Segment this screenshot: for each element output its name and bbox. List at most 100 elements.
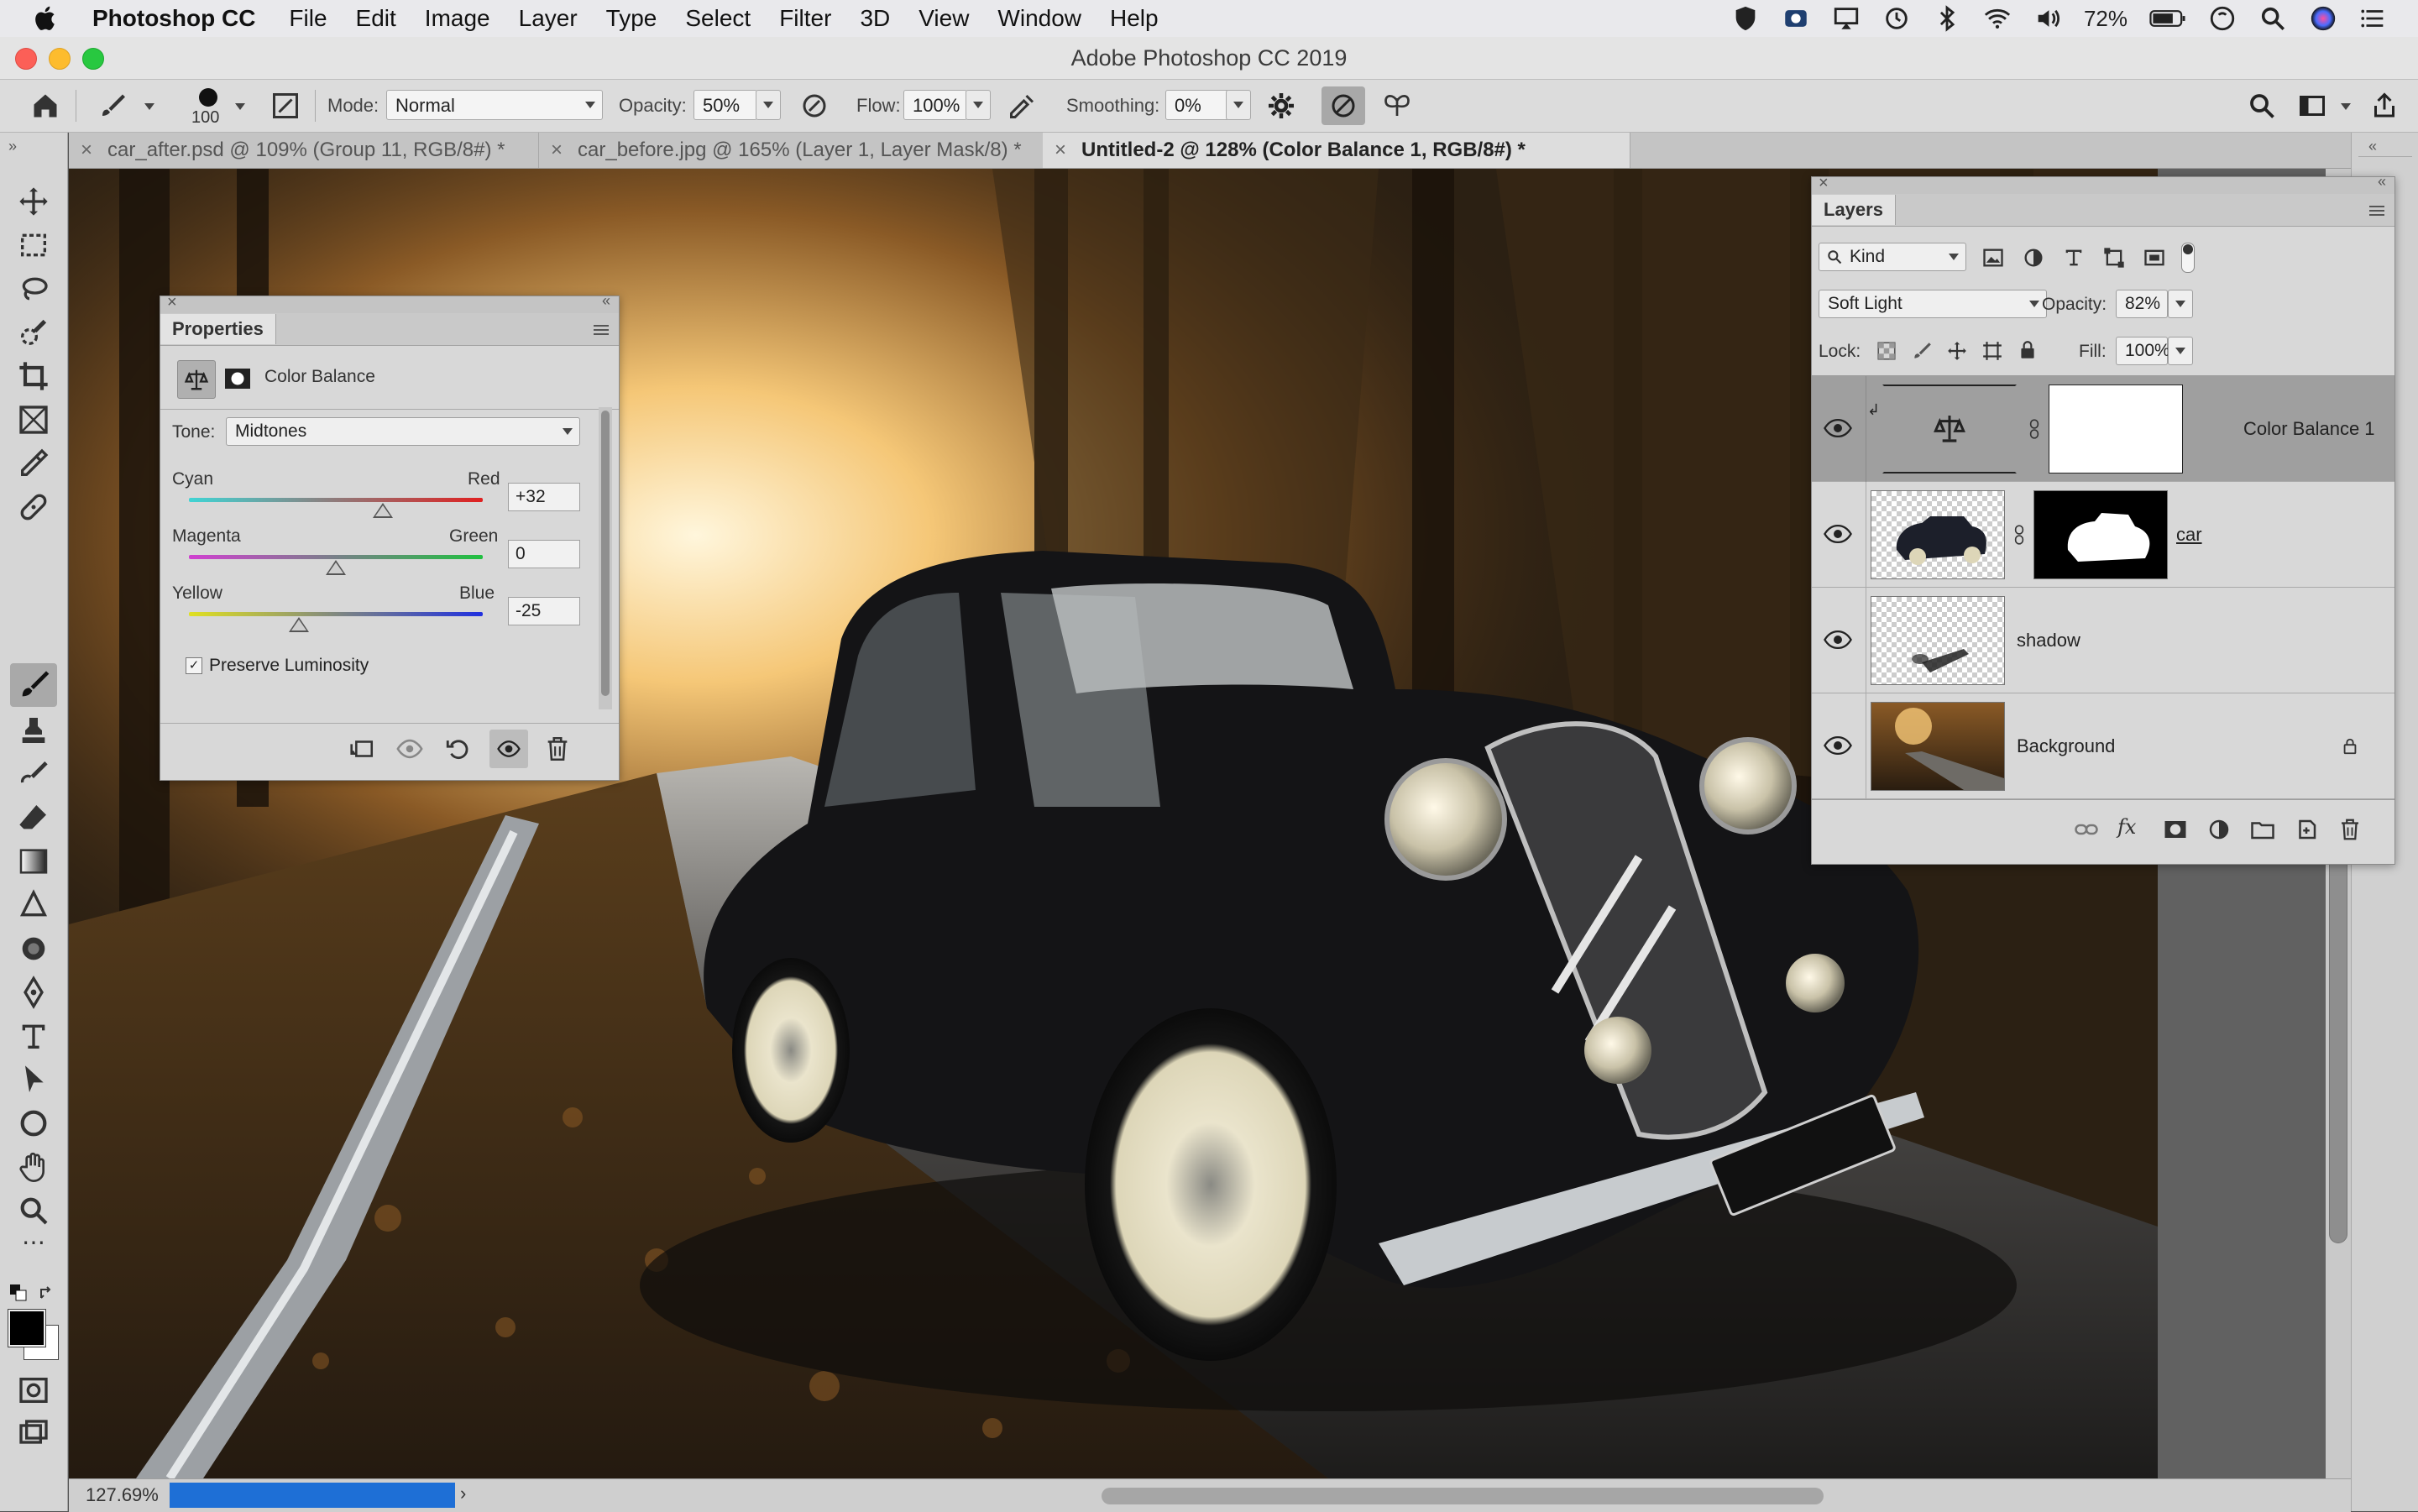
blur-tool-icon[interactable] bbox=[17, 888, 50, 922]
history-brush-tool-icon[interactable] bbox=[17, 757, 50, 791]
chevron-down-icon[interactable] bbox=[235, 103, 245, 110]
more-tools-icon[interactable]: ⋯ bbox=[17, 1231, 50, 1259]
brush-tool-button[interactable] bbox=[10, 663, 57, 707]
menu-edit[interactable]: Edit bbox=[356, 5, 396, 32]
foreground-color-swatch[interactable] bbox=[8, 1309, 46, 1347]
new-group-icon[interactable] bbox=[2250, 817, 2275, 842]
airbrush-icon[interactable] bbox=[1008, 91, 1038, 121]
yellow-blue-value[interactable]: -25 bbox=[508, 597, 580, 625]
car-mask-thumbnail[interactable] bbox=[2033, 490, 2168, 579]
creative-cloud-icon[interactable] bbox=[1782, 4, 1810, 33]
dodge-tool-icon[interactable] bbox=[17, 932, 50, 965]
symmetry-butterfly-icon[interactable] bbox=[1382, 91, 1412, 121]
eye-icon[interactable] bbox=[1824, 735, 1852, 756]
eye-icon[interactable] bbox=[1824, 630, 1852, 650]
panel-menu-icon[interactable] bbox=[2368, 204, 2386, 217]
collapse-panel-icon[interactable]: « bbox=[602, 292, 610, 310]
fill-dropdown[interactable] bbox=[2168, 337, 2193, 365]
menu-window[interactable]: Window bbox=[997, 5, 1081, 32]
shadow-layer-thumbnail[interactable] bbox=[1871, 596, 2005, 685]
opacity-input[interactable]: 50% bbox=[693, 90, 757, 120]
quick-mask-icon[interactable] bbox=[17, 1373, 50, 1407]
lock-position-icon[interactable] bbox=[1946, 340, 1968, 362]
layer-row-background[interactable]: Background bbox=[1812, 693, 2394, 799]
zoom-tool-icon[interactable] bbox=[17, 1194, 50, 1227]
share-icon[interactable] bbox=[2369, 91, 2400, 121]
lock-transparent-icon[interactable] bbox=[1876, 340, 1897, 362]
layer-row-shadow[interactable]: shadow bbox=[1812, 588, 2394, 693]
reset-adjustment-icon[interactable] bbox=[444, 735, 473, 763]
layer-mask-thumbnail[interactable] bbox=[2049, 385, 2183, 473]
smoothing-input[interactable]: 0% bbox=[1165, 90, 1229, 120]
opacity-dropdown[interactable] bbox=[756, 90, 781, 120]
lock-pixels-icon[interactable] bbox=[1911, 340, 1933, 362]
wifi-icon[interactable] bbox=[1983, 4, 2012, 33]
notification-center-icon[interactable] bbox=[2359, 4, 2388, 33]
trash-icon[interactable] bbox=[2337, 817, 2363, 842]
eyedropper-tool-icon[interactable] bbox=[17, 447, 50, 480]
user-switch-icon[interactable] bbox=[2208, 4, 2237, 33]
shield-icon[interactable] bbox=[1731, 4, 1760, 33]
cyan-red-slider-track[interactable] bbox=[189, 498, 483, 502]
background-layer-thumbnail[interactable] bbox=[1871, 702, 2005, 791]
horizontal-scrollbar-thumb[interactable] bbox=[1102, 1488, 1824, 1504]
search-icon[interactable] bbox=[2247, 91, 2277, 121]
tab-car-before[interactable]: × car_before.jpg @ 165% (Layer 1, Layer M… bbox=[539, 133, 1127, 168]
chevron-down-icon[interactable] bbox=[2341, 103, 2351, 110]
layer-name[interactable]: Color Balance 1 bbox=[2243, 376, 2375, 482]
menu-file[interactable]: File bbox=[289, 5, 327, 32]
filter-pixel-icon[interactable] bbox=[1981, 246, 2005, 269]
eye-icon[interactable] bbox=[1824, 418, 1852, 438]
properties-scrollbar[interactable] bbox=[599, 407, 612, 709]
lasso-tool-icon[interactable] bbox=[17, 272, 50, 306]
menu-view[interactable]: View bbox=[919, 5, 969, 32]
blend-mode-select[interactable]: Soft Light bbox=[1819, 290, 2047, 318]
document-info-bar[interactable] bbox=[170, 1483, 455, 1508]
bluetooth-icon[interactable] bbox=[1933, 4, 1961, 33]
spotlight-search-icon[interactable] bbox=[2258, 4, 2287, 33]
new-adjustment-layer-icon[interactable] bbox=[2206, 817, 2232, 842]
brush-settings-panel-icon[interactable] bbox=[270, 91, 301, 121]
link-layers-icon[interactable] bbox=[2074, 817, 2099, 842]
collapse-tools-icon[interactable]: » bbox=[8, 138, 17, 155]
chain-link-icon[interactable] bbox=[2028, 418, 2040, 440]
collapse-panel-icon[interactable]: « bbox=[2378, 173, 2386, 191]
fx-icon[interactable]: fx bbox=[2117, 815, 2136, 839]
close-panel-icon[interactable]: × bbox=[167, 293, 177, 312]
magenta-green-slider-thumb[interactable] bbox=[326, 560, 346, 575]
close-tab-icon[interactable]: × bbox=[1055, 139, 1066, 161]
tone-select[interactable]: Midtones bbox=[226, 417, 580, 446]
workspace-icon[interactable] bbox=[2297, 91, 2327, 121]
filter-shape-icon[interactable] bbox=[2102, 246, 2126, 269]
pen-tool-icon[interactable] bbox=[17, 976, 50, 1009]
gear-icon[interactable] bbox=[1266, 91, 1296, 121]
default-colors-icon[interactable] bbox=[8, 1283, 29, 1303]
eye-icon[interactable] bbox=[1824, 524, 1852, 544]
menu-image[interactable]: Image bbox=[425, 5, 490, 32]
close-panel-icon[interactable]: × bbox=[1819, 174, 1829, 193]
brush-tool-preset-icon[interactable] bbox=[97, 91, 128, 121]
menu-filter[interactable]: Filter bbox=[779, 5, 831, 32]
new-layer-icon[interactable] bbox=[2294, 817, 2319, 842]
layer-name[interactable]: shadow bbox=[2017, 588, 2080, 693]
siri-icon[interactable] bbox=[2309, 4, 2337, 33]
menu-layer[interactable]: Layer bbox=[519, 5, 578, 32]
magenta-green-slider-track[interactable] bbox=[189, 555, 483, 559]
layer-row-color-balance[interactable]: ↲ Color Balance 1 bbox=[1812, 376, 2394, 482]
layer-filter-select[interactable]: Kind bbox=[1819, 243, 1966, 271]
adjustment-type-button[interactable] bbox=[177, 360, 216, 399]
swap-colors-icon[interactable] bbox=[37, 1283, 57, 1303]
marquee-tool-icon[interactable] bbox=[17, 228, 50, 262]
mode-select[interactable]: Normal bbox=[386, 90, 603, 120]
toggle-visibility-button[interactable] bbox=[489, 730, 528, 768]
crop-tool-icon[interactable] bbox=[17, 359, 50, 393]
add-mask-icon[interactable] bbox=[2163, 817, 2188, 842]
chain-link-icon[interactable] bbox=[2013, 524, 2025, 546]
battery-icon[interactable] bbox=[2149, 4, 2186, 33]
eraser-tool-icon[interactable] bbox=[17, 801, 50, 834]
screen-mode-icon[interactable] bbox=[17, 1417, 50, 1451]
layer-name[interactable]: car bbox=[2176, 482, 2202, 588]
mask-button[interactable] bbox=[222, 364, 253, 394]
close-tab-icon[interactable]: × bbox=[551, 139, 563, 161]
layer-row-car[interactable]: car bbox=[1812, 482, 2394, 588]
